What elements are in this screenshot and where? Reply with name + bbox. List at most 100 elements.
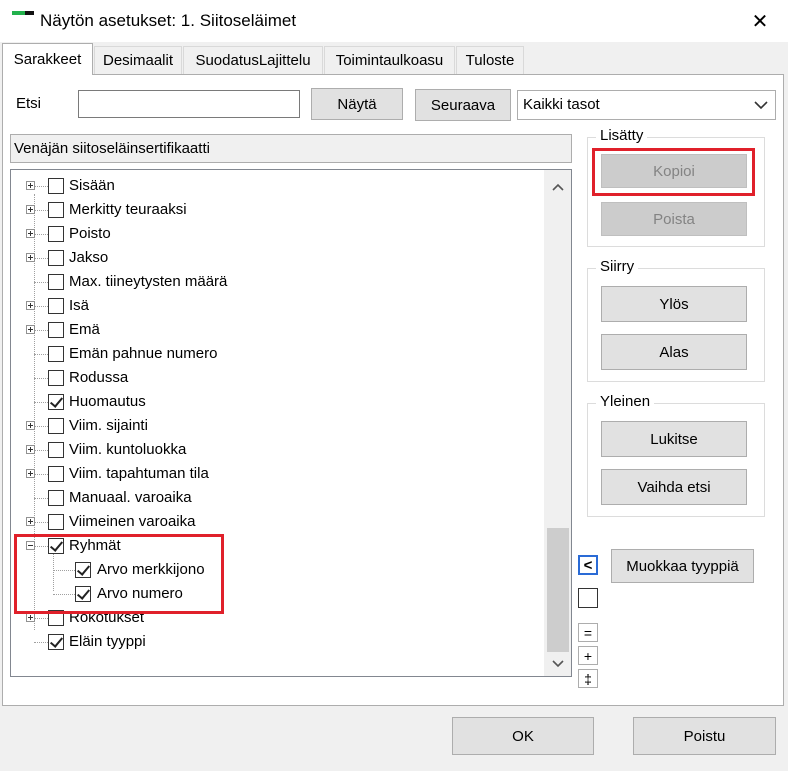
tree-item[interactable]: Jakso	[11, 246, 531, 270]
tree-line	[34, 402, 48, 403]
expand-icon[interactable]	[26, 445, 35, 454]
scroll-down-icon[interactable]	[552, 660, 564, 668]
tree-item[interactable]: Poisto	[11, 222, 531, 246]
tab-toimintaulkoasu[interactable]: Toimintaulkoasu	[324, 46, 455, 74]
tree-item[interactable]: Viimeinen varoaika	[11, 510, 531, 534]
expand-icon[interactable]	[26, 325, 35, 334]
tree-item-checkbox[interactable]	[48, 298, 64, 314]
tree-item[interactable]: Max. tiineytysten määrä	[11, 270, 531, 294]
expand-icon[interactable]	[26, 613, 35, 622]
level-select[interactable]: Kaikki tasot	[517, 90, 776, 120]
tree-line	[35, 426, 48, 427]
tab-desimaalit[interactable]: Desimaalit	[94, 46, 182, 74]
lock-button[interactable]: Lukitse	[601, 421, 747, 457]
tree-item-checkbox[interactable]	[48, 322, 64, 338]
expand-icon[interactable]	[26, 301, 35, 310]
delete-button-label: Poista	[653, 210, 695, 228]
expand-icon[interactable]	[26, 205, 35, 214]
tree-item[interactable]: Merkitty teuraaksi	[11, 198, 531, 222]
tree-line	[34, 642, 48, 643]
tree-item-label: Max. tiineytysten määrä	[69, 273, 228, 290]
tree-item-label: Viim. kuntoluokka	[69, 441, 187, 458]
tab-suodatuslajittelu[interactable]: SuodatusLajittelu	[183, 46, 323, 74]
tree-item[interactable]: Emä	[11, 318, 531, 342]
tree-item[interactable]: Isä	[11, 294, 531, 318]
expand-icon[interactable]	[26, 253, 35, 262]
tree-item[interactable]: Viim. sijainti	[11, 414, 531, 438]
tree-item[interactable]: Sisään	[11, 174, 531, 198]
tab-label: Toimintaulkoasu	[335, 52, 444, 69]
selected-header-text: Venäjän siitoseläinsertifikaatti	[14, 140, 210, 157]
tree-item[interactable]: Emän pahnue numero	[11, 342, 531, 366]
tree-item-checkbox[interactable]	[48, 418, 64, 434]
expand-icon[interactable]	[26, 517, 35, 526]
tree-item-checkbox[interactable]	[48, 394, 64, 410]
tree-item[interactable]: Huomautus	[11, 390, 531, 414]
up-button-label: Ylös	[659, 295, 689, 313]
tree-item-label: Viim. tapahtuman tila	[69, 465, 209, 482]
scroll-up-icon[interactable]	[552, 183, 564, 191]
scroll-thumb[interactable]	[547, 528, 569, 652]
tree-item-checkbox[interactable]	[48, 226, 64, 242]
expand-one-button[interactable]: +	[578, 646, 598, 665]
down-button[interactable]: Alas	[601, 334, 747, 370]
tree-item-label: Sisään	[69, 177, 115, 194]
expand-icon[interactable]	[26, 181, 35, 190]
ok-button[interactable]: OK	[452, 717, 594, 755]
tree-item-checkbox[interactable]	[48, 442, 64, 458]
switch-search-button[interactable]: Vaihda etsi	[601, 469, 747, 505]
tree-item[interactable]: Rodussa	[11, 366, 531, 390]
expand-all-button[interactable]: ‡	[578, 669, 598, 688]
move-left-button[interactable]: <	[578, 555, 598, 575]
added-group-label: Lisätty	[596, 127, 648, 144]
tree-item-checkbox[interactable]	[48, 274, 64, 290]
double-dagger-icon: ‡	[584, 670, 592, 687]
ok-button-label: OK	[512, 727, 534, 745]
tree-item-label: Isä	[69, 297, 90, 314]
tree-item-label: Viimeinen varoaika	[69, 513, 196, 530]
tree-item[interactable]: Viim. tapahtuman tila	[11, 462, 531, 486]
tree-item-checkbox[interactable]	[48, 466, 64, 482]
tree-item-label: Rodussa	[69, 369, 129, 386]
side-checkbox[interactable]	[578, 588, 598, 608]
chevron-left-icon: <	[583, 556, 593, 574]
tree-item-checkbox[interactable]	[48, 514, 64, 530]
tree-item-checkbox[interactable]	[48, 178, 64, 194]
tab-sarakkeet[interactable]: Sarakkeet	[2, 43, 93, 75]
tree-item-label: Jakso	[69, 249, 109, 266]
next-button[interactable]: Seuraava	[415, 89, 511, 121]
highlight-copy	[592, 148, 755, 196]
delete-button[interactable]: Poista	[601, 202, 747, 236]
tree-scrollbar[interactable]	[544, 170, 571, 676]
tree-item[interactable]: Manuaal. varoaika	[11, 486, 531, 510]
tree-item-checkbox[interactable]	[48, 370, 64, 386]
tree-item-checkbox[interactable]	[48, 634, 64, 650]
exit-button[interactable]: Poistu	[633, 717, 776, 755]
tab-label: Sarakkeet	[13, 51, 82, 68]
close-icon: ✕	[751, 10, 769, 33]
edit-type-button[interactable]: Muokkaa tyyppiä	[611, 549, 754, 583]
expand-icon[interactable]	[26, 469, 35, 478]
search-input[interactable]	[78, 90, 300, 118]
tab-label: Tuloste	[465, 52, 515, 69]
tab-tuloste[interactable]: Tuloste	[456, 46, 524, 74]
show-button[interactable]: Näytä	[311, 88, 403, 120]
tree-item[interactable]: Viim. kuntoluokka	[11, 438, 531, 462]
up-button[interactable]: Ylös	[601, 286, 747, 322]
tree-item[interactable]: Eläin tyyppi	[11, 630, 531, 654]
tree-item-label: Merkitty teuraaksi	[69, 201, 187, 218]
tree-item-checkbox[interactable]	[48, 250, 64, 266]
tree-line	[35, 258, 48, 259]
tree-line	[35, 186, 48, 187]
expand-icon[interactable]	[26, 421, 35, 430]
search-label: Etsi	[16, 95, 42, 112]
expand-icon[interactable]	[26, 229, 35, 238]
tree-line	[35, 522, 48, 523]
tree-item-checkbox[interactable]	[48, 202, 64, 218]
tree-item-checkbox[interactable]	[48, 490, 64, 506]
close-button[interactable]: ✕	[740, 4, 780, 38]
collapse-all-button[interactable]: =	[578, 623, 598, 642]
tree-line	[35, 330, 48, 331]
tree-item-label: Viim. sijainti	[69, 417, 148, 434]
tree-item-checkbox[interactable]	[48, 346, 64, 362]
